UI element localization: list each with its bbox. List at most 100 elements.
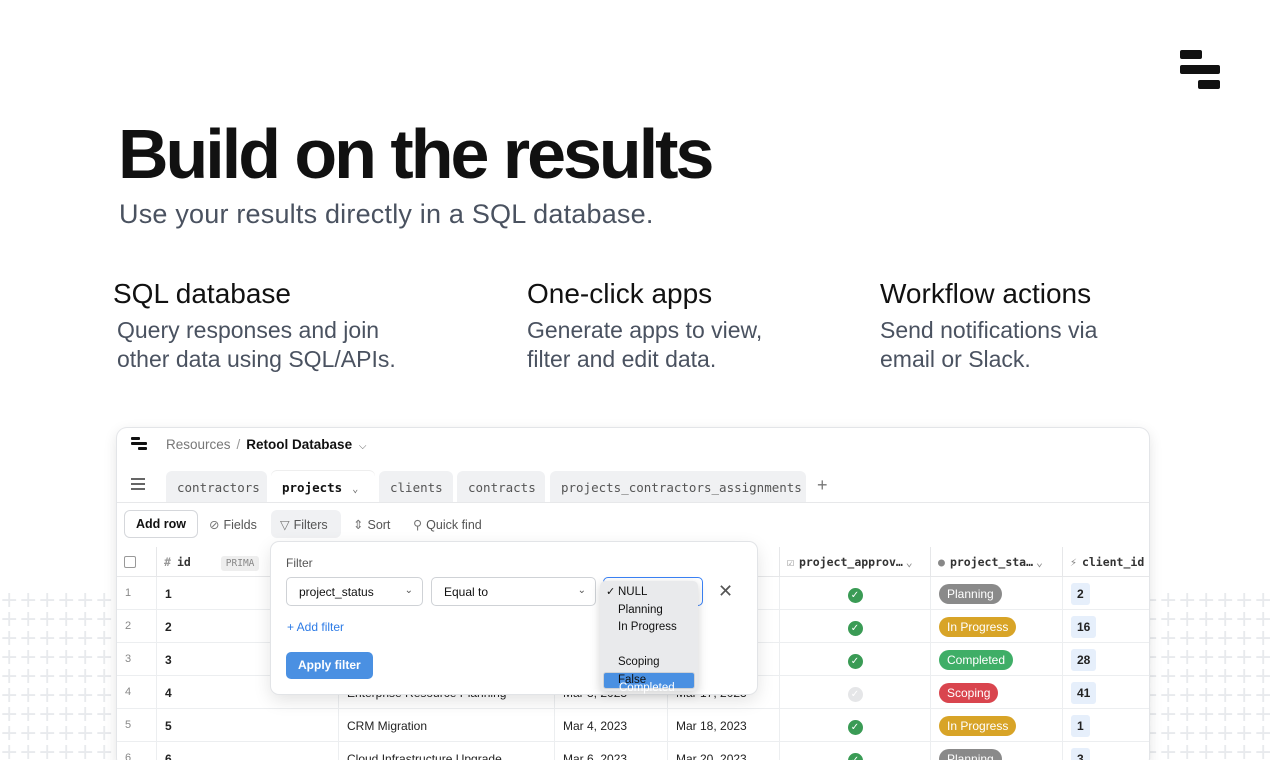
cell-approved[interactable]: ✓ xyxy=(780,610,931,643)
checkmark-icon: ✓ xyxy=(847,687,863,702)
row-number: 3 xyxy=(117,643,157,676)
cell-id[interactable]: 5 xyxy=(157,709,339,742)
cell-status[interactable]: Completed xyxy=(931,643,1063,676)
cell-project-name[interactable]: CRM Migration xyxy=(339,709,555,742)
tab-projects[interactable]: projects ⌄ xyxy=(271,471,375,502)
chevron-down-icon[interactable]: ⌄ xyxy=(352,484,358,495)
dropdown-option[interactable]: False xyxy=(603,672,695,690)
checkmark-icon: ✓ xyxy=(847,753,863,760)
status-badge: Planning xyxy=(939,749,1002,760)
feature-workflow-actions: Workflow actions Send notifications via e… xyxy=(880,278,1097,374)
primary-key-badge: PRIMA xyxy=(220,556,260,571)
feature-description: Query responses and join other data using… xyxy=(117,317,396,372)
table-tabs: contractors projects ⌄ clients contracts … xyxy=(117,471,1149,502)
status-badge: Planning xyxy=(939,584,1002,604)
row-number: 1 xyxy=(117,577,157,610)
breadcrumb: Resources / Retool Database ⌵ xyxy=(166,437,366,452)
filter-operator-select[interactable]: Equal to ⌄ xyxy=(431,577,596,606)
hero-title: Build on the results xyxy=(118,115,714,193)
cell-approved[interactable]: ✓ xyxy=(780,676,931,709)
feature-title: One-click apps xyxy=(527,278,713,309)
cell-client-id[interactable]: 28 xyxy=(1063,643,1149,676)
funnel-icon: ▽ xyxy=(280,518,290,532)
cell-id[interactable]: 6 xyxy=(157,742,339,760)
app-header: Resources / Retool Database ⌵ xyxy=(117,428,1149,460)
chevron-down-icon: ⌄ xyxy=(577,585,586,596)
add-filter-link[interactable]: + Add filter xyxy=(287,620,344,634)
cell-client-id[interactable]: 2 xyxy=(1063,577,1149,610)
feature-description: Send notifications via email or Slack. xyxy=(880,317,1098,372)
apply-filter-button[interactable]: Apply filter xyxy=(286,652,373,679)
cell-client-id[interactable]: 1 xyxy=(1063,709,1149,742)
feature-description: Generate apps to view, filter and edit da… xyxy=(527,317,763,372)
menu-icon[interactable] xyxy=(131,478,145,490)
checkmark-icon: ✓ xyxy=(847,720,863,735)
plus-icon[interactable]: + xyxy=(817,475,828,496)
feature-one-click-apps: One-click apps Generate apps to view, fil… xyxy=(527,278,762,374)
cell-start-date[interactable]: Mar 4, 2023 xyxy=(555,709,668,742)
status-badge: Completed xyxy=(939,650,1014,670)
checkmark-icon: ✓ xyxy=(847,588,863,603)
cell-approved[interactable]: ✓ xyxy=(780,742,931,760)
retool-logo-icon[interactable] xyxy=(131,437,147,451)
fields-button[interactable]: ⊘ Fields xyxy=(209,517,257,532)
status-badge: Scoping xyxy=(939,683,999,703)
filter-value-dropdown: ✓ NULL Planning In Progress Completed Scoping… xyxy=(600,581,698,694)
client-id-chip: 1 xyxy=(1071,715,1090,737)
filter-field-select[interactable]: project_status ⌄ xyxy=(286,577,423,606)
client-id-chip: 28 xyxy=(1071,649,1097,671)
filters-button[interactable]: ▽ Filters xyxy=(280,517,328,532)
row-number: 6 xyxy=(117,742,157,760)
client-id-chip: 3 xyxy=(1071,748,1090,760)
breadcrumb-parent[interactable]: Resources xyxy=(166,437,231,452)
column-header-project-status[interactable]: ● project_sta… ⌄ xyxy=(931,547,1063,577)
dropdown-option[interactable]: In Progress xyxy=(603,619,695,637)
add-row-button[interactable]: Add row xyxy=(124,510,198,538)
row-number: 2 xyxy=(117,610,157,643)
dropdown-option[interactable]: Scoping xyxy=(603,654,695,672)
dropdown-option[interactable]: ✓ NULL xyxy=(603,584,695,602)
tab-clients[interactable]: clients xyxy=(379,471,453,502)
close-icon[interactable]: ✕ xyxy=(718,581,733,602)
table-row[interactable]: 6 6 Cloud Infrastructure Upgrade Mar 6, 202… xyxy=(117,742,1149,760)
cell-start-date[interactable]: Mar 6, 2023 xyxy=(555,742,668,760)
cell-status[interactable]: Planning xyxy=(931,742,1063,760)
column-header-client-id[interactable]: ⚡ client_id xyxy=(1063,547,1149,577)
column-header-project-approved[interactable]: ☑ project_approv… ⌄ xyxy=(780,547,931,577)
chevron-down-icon[interactable]: ⌵ xyxy=(359,441,367,452)
sort-button[interactable]: ⇕ Sort xyxy=(353,517,390,532)
cell-approved[interactable]: ✓ xyxy=(780,709,931,742)
table-row[interactable]: 5 5 CRM Migration Mar 4, 2023 Mar 18, 2023 ✓ I… xyxy=(117,709,1149,742)
breadcrumb-current[interactable]: Retool Database xyxy=(246,437,352,452)
retool-logo-icon xyxy=(1180,50,1220,90)
cell-client-id[interactable]: 16 xyxy=(1063,610,1149,643)
hero-subtitle: Use your results directly in a SQL datab… xyxy=(119,199,654,229)
eye-off-icon: ⊘ xyxy=(209,518,220,532)
cell-status[interactable]: Scoping xyxy=(931,676,1063,709)
search-icon: ⚲ xyxy=(413,518,423,532)
dropdown-option[interactable]: Planning xyxy=(603,602,695,620)
cell-approved[interactable]: ✓ xyxy=(780,643,931,676)
tab-contracts[interactable]: contracts xyxy=(457,471,545,502)
cell-status[interactable]: Planning xyxy=(931,577,1063,610)
cell-end-date[interactable]: Mar 18, 2023 xyxy=(668,709,780,742)
select-all-checkbox[interactable] xyxy=(117,547,157,577)
quick-find-button[interactable]: ⚲ Quick find xyxy=(413,517,482,532)
chevron-down-icon: ⌄ xyxy=(404,585,413,596)
cell-client-id[interactable]: 41 xyxy=(1063,676,1149,709)
tab-projects-contractors-assignments[interactable]: projects_contractors_assignments xyxy=(550,471,806,502)
feature-sql-database: SQL database Query responses and join oth… xyxy=(113,278,396,374)
client-id-chip: 41 xyxy=(1071,682,1097,704)
tab-contractors[interactable]: contractors xyxy=(166,471,267,502)
cell-client-id[interactable]: 3 xyxy=(1063,742,1149,760)
status-badge: In Progress xyxy=(939,617,1017,637)
cell-status[interactable]: In Progress xyxy=(931,610,1063,643)
row-number: 4 xyxy=(117,676,157,709)
feature-title: Workflow actions xyxy=(880,278,1092,309)
cell-end-date[interactable]: Mar 20, 2023 xyxy=(668,742,780,760)
row-number: 5 xyxy=(117,709,157,742)
cell-status[interactable]: In Progress xyxy=(931,709,1063,742)
cell-approved[interactable]: ✓ xyxy=(780,577,931,610)
status-badge: In Progress xyxy=(939,716,1017,736)
cell-project-name[interactable]: Cloud Infrastructure Upgrade xyxy=(339,742,555,760)
